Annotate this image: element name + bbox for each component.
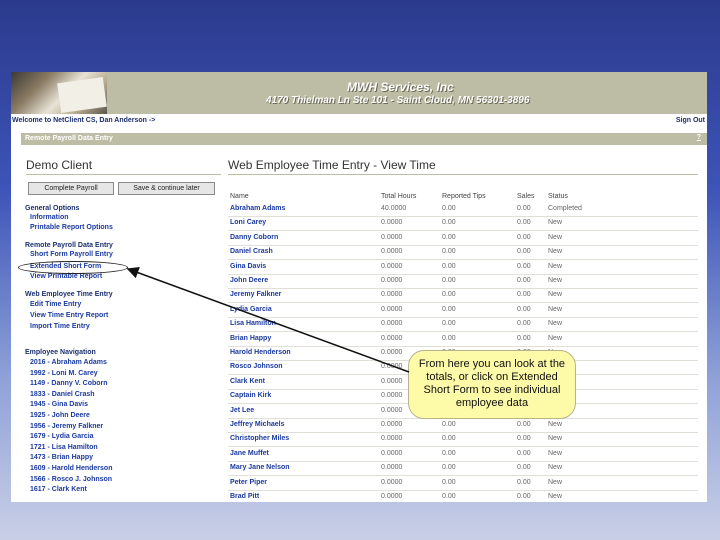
browser-screen: MWH Services, Inc 4170 Thielman Ln Ste 1…: [11, 72, 707, 502]
callout-arrow: [126, 266, 410, 373]
